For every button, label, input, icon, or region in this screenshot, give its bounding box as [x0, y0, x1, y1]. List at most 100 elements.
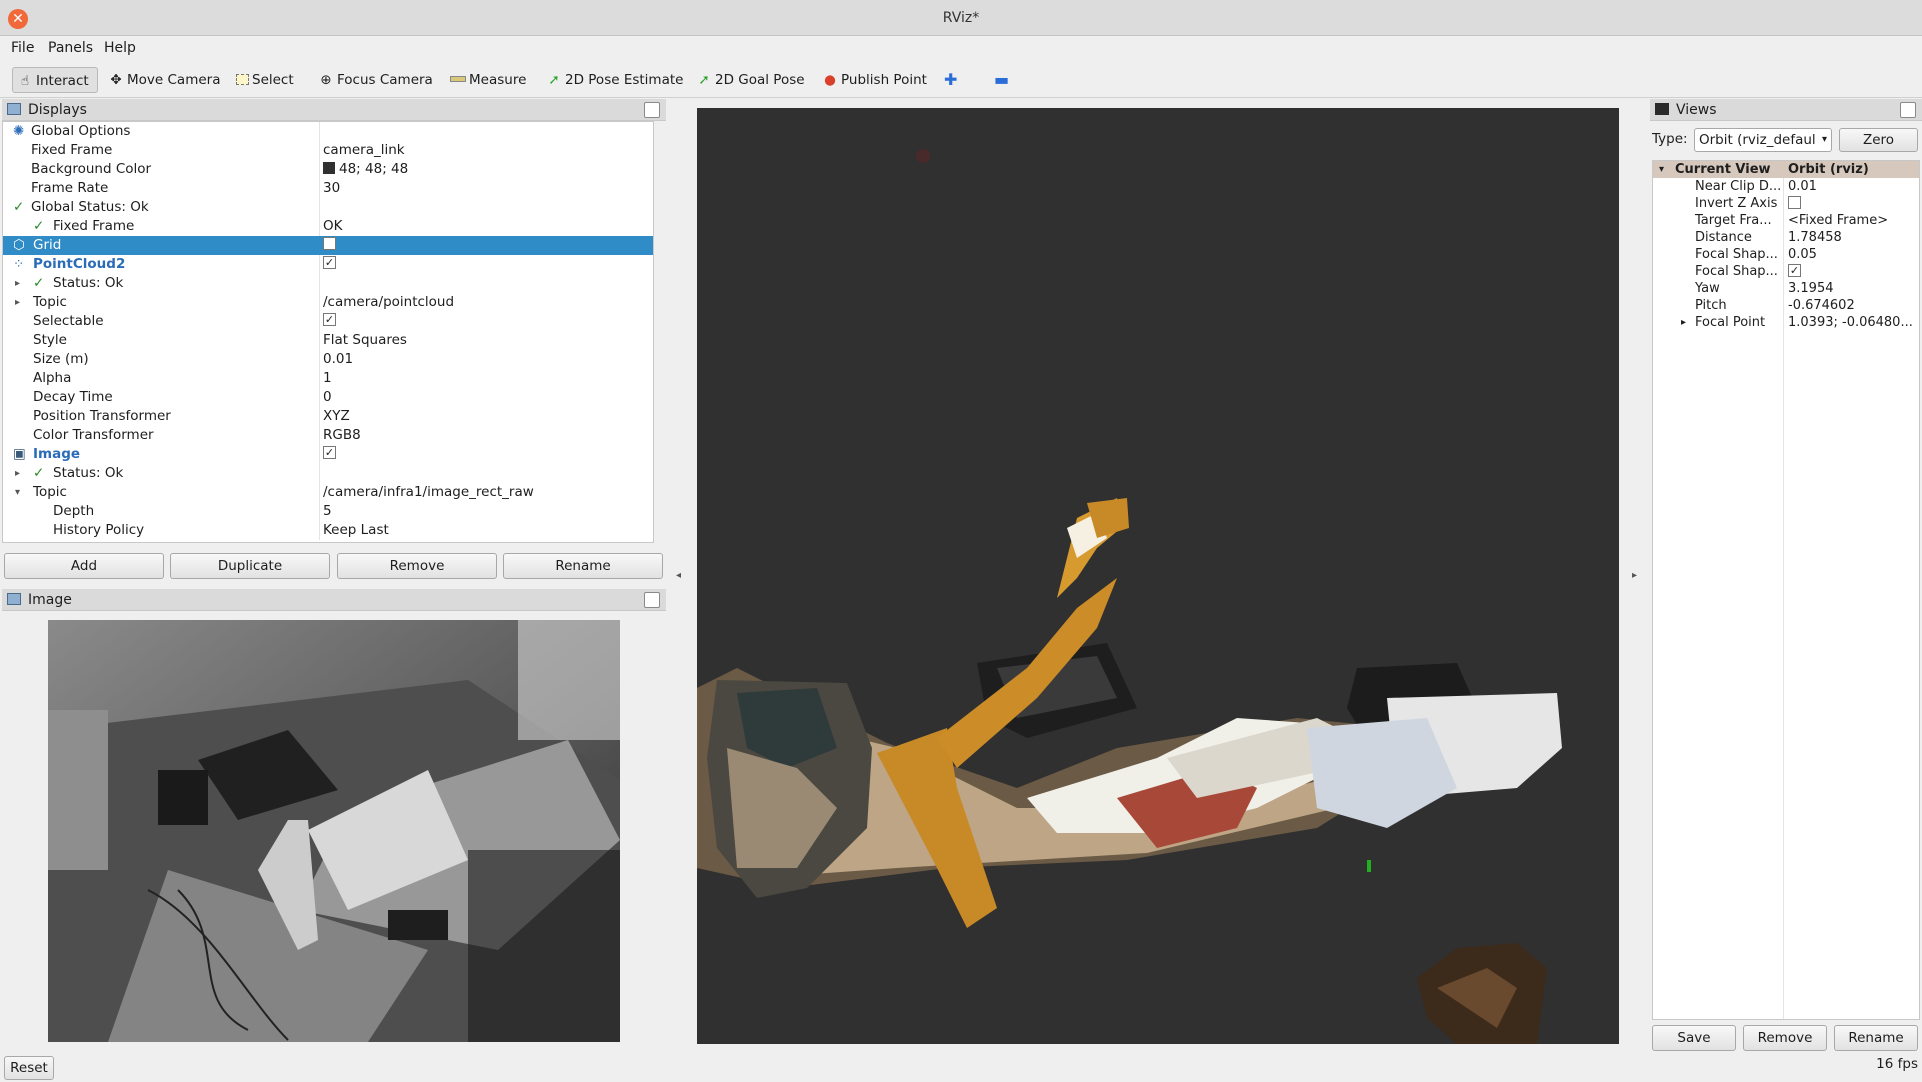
views-row-focal-shape-size[interactable]: Focal Shap... 0.05	[1653, 246, 1919, 263]
tree-row-decay-time[interactable]: Decay Time 0	[3, 388, 653, 407]
color-swatch	[323, 161, 335, 174]
remove-display-button[interactable]: Remove	[337, 553, 497, 579]
views-title: Views	[1676, 102, 1717, 118]
image-panel-title: Image	[28, 592, 72, 608]
green-arrow-icon: ➚	[548, 72, 560, 88]
duplicate-display-button[interactable]: Duplicate	[170, 553, 330, 579]
displays-title: Displays	[28, 102, 87, 118]
measure-tool[interactable]: Measure	[450, 67, 526, 93]
save-view-button[interactable]: Save	[1652, 1025, 1736, 1051]
views-row-pitch[interactable]: Pitch -0.674602	[1653, 297, 1919, 314]
tree-row-size[interactable]: Size (m) 0.01	[3, 350, 653, 369]
invert-z-checkbox[interactable]	[1788, 195, 1801, 212]
tree-row-img-topic[interactable]: ▾ Topic /camera/infra1/image_rect_raw	[3, 483, 653, 502]
tree-row-depth[interactable]: Depth 5	[3, 502, 653, 521]
views-row-near-clip[interactable]: Near Clip D... 0.01	[1653, 178, 1919, 195]
rename-view-button[interactable]: Rename	[1834, 1025, 1918, 1051]
tree-row-global-status[interactable]: ✓ Global Status: Ok	[3, 198, 653, 217]
tree-row-image[interactable]: ▣ Image ✓	[3, 445, 653, 464]
expand-arrow-icon[interactable]: ▸	[15, 293, 20, 312]
tree-row-frame-rate[interactable]: Frame Rate 30	[3, 179, 653, 198]
image-enable-checkbox[interactable]: ✓	[323, 445, 336, 464]
panel-float-button[interactable]	[644, 102, 660, 118]
tree-row-pc-status[interactable]: ▸ ✓ Status: Ok	[3, 274, 653, 293]
tree-row-alpha[interactable]: Alpha 1	[3, 369, 653, 388]
views-row-yaw[interactable]: Yaw 3.1954	[1653, 280, 1919, 297]
tree-row-style[interactable]: Style Flat Squares	[3, 331, 653, 350]
check-icon: ✓	[33, 275, 45, 291]
menu-file[interactable]: File	[11, 40, 34, 56]
menu-panels[interactable]: Panels	[48, 40, 93, 56]
tree-row-pointcloud2[interactable]: ⁘ PointCloud2 ✓	[3, 255, 653, 274]
focus-camera-tool[interactable]: ⊕ Focus Camera	[318, 67, 432, 93]
move-camera-tool[interactable]: ✥ Move Camera	[108, 67, 220, 93]
pointcloud-icon: ⁘	[13, 256, 25, 272]
expand-arrow-icon[interactable]: ▸	[15, 464, 20, 483]
camera-icon	[1655, 103, 1669, 115]
remove-view-button[interactable]: Remove	[1743, 1025, 1827, 1051]
views-row-invert-z[interactable]: Invert Z Axis	[1653, 195, 1919, 212]
views-row-focal-point[interactable]: ▸ Focal Point 1.0393; -0.06480...	[1653, 314, 1919, 331]
add-display-button[interactable]: Add	[4, 553, 164, 579]
expand-arrow-icon[interactable]: ▸	[15, 274, 20, 293]
panel-float-button[interactable]	[644, 592, 660, 608]
selectable-checkbox[interactable]: ✓	[323, 312, 336, 331]
remove-tool-minus-icon[interactable]: ▬	[994, 67, 1009, 93]
tree-row-status-fixed-frame[interactable]: ✓ Fixed Frame OK	[3, 217, 653, 236]
views-row-current-view[interactable]: ▾ Current View Orbit (rviz)	[1653, 161, 1919, 178]
views-type-dropdown[interactable]: Orbit (rviz_defaul ▾	[1694, 128, 1832, 152]
collapse-arrow-icon[interactable]: ▾	[15, 483, 20, 502]
map-pin-icon: ●	[824, 72, 836, 88]
check-icon: ✓	[13, 199, 25, 215]
publish-point-tool[interactable]: ● Publish Point	[822, 67, 927, 93]
views-row-target-frame[interactable]: Target Fra... <Fixed Frame>	[1653, 212, 1919, 229]
views-row-focal-shape-fixed[interactable]: Focal Shap... ✓	[1653, 263, 1919, 280]
background-color-value[interactable]: 48; 48; 48	[323, 160, 408, 179]
goal-pose-tool[interactable]: ➚ 2D Goal Pose	[696, 67, 804, 93]
collapse-right-dock-icon[interactable]: ▸	[1632, 570, 1637, 581]
pose-estimate-tool[interactable]: ➚ 2D Pose Estimate	[546, 67, 683, 93]
hand-pointer-icon: ☝	[20, 73, 30, 89]
displays-panel-header: Displays	[2, 99, 666, 121]
tree-row-pc-topic[interactable]: ▸ Topic /camera/pointcloud	[3, 293, 653, 312]
collapse-arrow-icon[interactable]: ▾	[1659, 161, 1664, 178]
fps-readout: 16 fps	[1876, 1056, 1918, 1072]
tree-row-color-transformer[interactable]: Color Transformer RGB8	[3, 426, 653, 445]
menu-help[interactable]: Help	[104, 40, 136, 56]
tree-row-position-transformer[interactable]: Position Transformer XYZ	[3, 407, 653, 426]
tree-row-history-policy[interactable]: History Policy Keep Last	[3, 521, 653, 540]
rename-display-button[interactable]: Rename	[503, 553, 663, 579]
views-tree[interactable]: ▾ Current View Orbit (rviz) Near Clip D.…	[1652, 160, 1920, 1020]
displays-tree[interactable]: ✺ Global Options Fixed Frame camera_link…	[2, 121, 654, 543]
gear-icon: ✺	[13, 123, 25, 139]
expand-arrow-icon[interactable]: ▸	[1681, 314, 1686, 331]
pointcloud2-enable-checkbox[interactable]: ✓	[323, 255, 336, 274]
focal-shape-fixed-checkbox[interactable]: ✓	[1788, 263, 1801, 280]
interact-tool[interactable]: ☝ Interact	[12, 67, 98, 93]
3d-render-viewport[interactable]	[697, 108, 1619, 1044]
tree-row-global-options[interactable]: ✺ Global Options	[3, 122, 653, 141]
tree-row-grid[interactable]: ⬡ Grid	[3, 236, 653, 255]
image-panel-header: Image	[2, 589, 666, 611]
tree-row-img-status[interactable]: ▸ ✓ Status: Ok	[3, 464, 653, 483]
select-tool[interactable]: Select	[236, 67, 294, 93]
panel-float-button[interactable]	[1900, 102, 1916, 118]
crosshair-icon: ⊕	[320, 72, 332, 88]
grid-enable-checkbox[interactable]	[323, 236, 336, 255]
zero-button[interactable]: Zero	[1839, 128, 1918, 152]
toolbar: ☝ Interact ✥ Move Camera Select ⊕ Focus Cam…	[0, 60, 1922, 98]
views-row-distance[interactable]: Distance 1.78458	[1653, 229, 1919, 246]
move-arrows-icon: ✥	[110, 72, 122, 88]
add-tool-plus-icon[interactable]: ✚	[944, 67, 957, 93]
green-arrow-icon: ➚	[698, 72, 710, 88]
tree-row-selectable[interactable]: Selectable ✓	[3, 312, 653, 331]
image-display-icon: ▣	[13, 446, 26, 462]
check-icon: ✓	[33, 218, 45, 234]
tree-row-background-color[interactable]: Background Color 48; 48; 48	[3, 160, 653, 179]
pointcloud-render	[697, 149, 1562, 1044]
collapse-left-dock-icon[interactable]: ◂	[676, 570, 681, 581]
window-title: RViz*	[942, 10, 980, 26]
tree-row-fixed-frame[interactable]: Fixed Frame camera_link	[3, 141, 653, 160]
image-panel-icon	[7, 593, 21, 605]
reset-button[interactable]: Reset	[4, 1056, 54, 1080]
